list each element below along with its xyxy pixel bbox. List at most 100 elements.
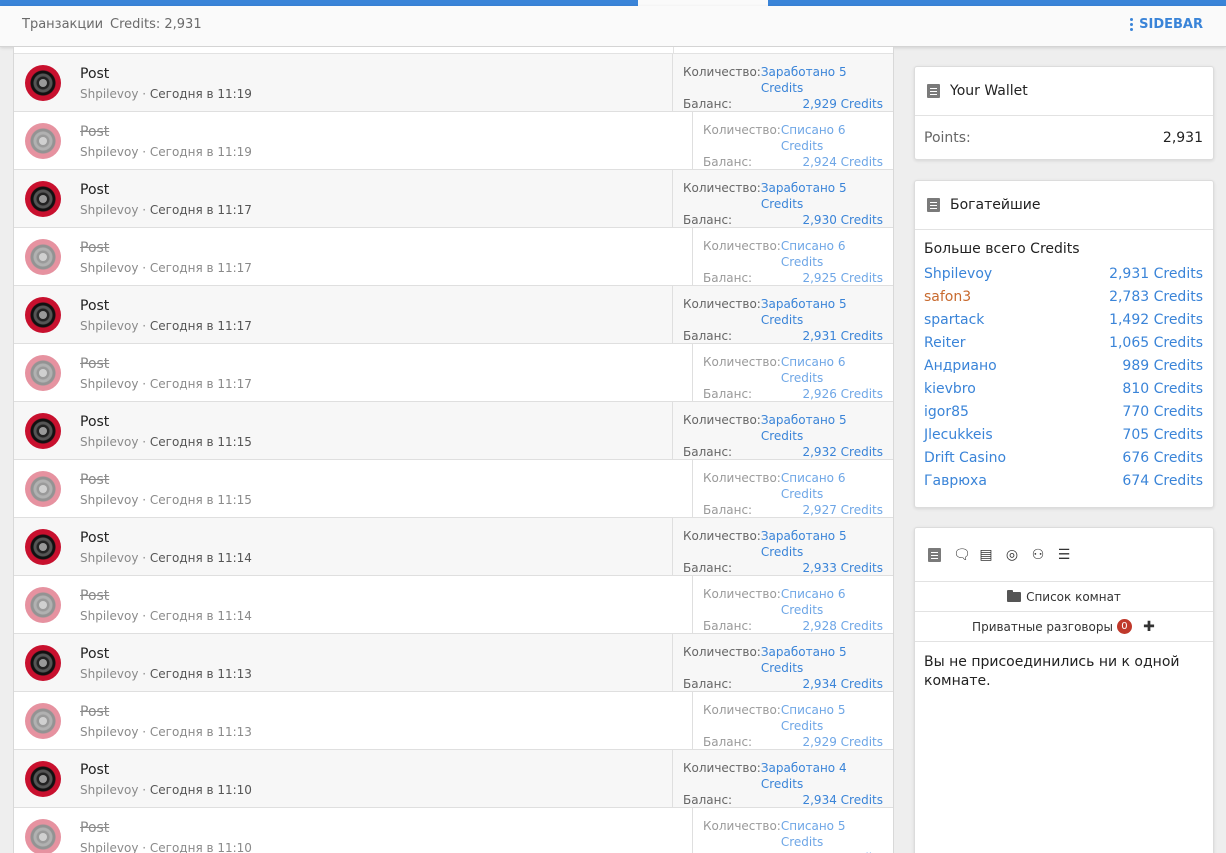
avatar[interactable]: [25, 529, 61, 565]
add-user-icon[interactable]: ✚: [1142, 620, 1156, 634]
transaction-title[interactable]: Post: [80, 240, 109, 256]
richest-user-link[interactable]: spartack: [924, 309, 984, 332]
balance-value[interactable]: 2,926 Credits: [802, 386, 883, 402]
transaction-user[interactable]: Shpilevoy: [80, 667, 138, 681]
balance-value[interactable]: 2,928 Credits: [802, 618, 883, 634]
balance-value[interactable]: 2,934 Credits: [802, 676, 883, 692]
transaction-title[interactable]: Post: [80, 704, 109, 720]
transaction-title[interactable]: Post: [80, 762, 109, 778]
transaction-title[interactable]: Post: [80, 298, 109, 314]
amount-value[interactable]: Заработано 5 Credits: [761, 528, 883, 560]
document-icon[interactable]: [927, 547, 941, 562]
amount-value[interactable]: Списано 6 Credits: [781, 470, 883, 502]
amount-value[interactable]: Заработано 5 Credits: [761, 644, 883, 676]
richest-user-link[interactable]: Shpilevoy: [924, 263, 992, 286]
transaction-title[interactable]: Post: [80, 182, 109, 198]
transaction-user[interactable]: Shpilevoy: [80, 783, 138, 797]
avatar[interactable]: [25, 297, 61, 333]
amount-value[interactable]: Заработано 5 Credits: [761, 180, 883, 212]
transaction-user[interactable]: Shpilevoy: [80, 145, 138, 159]
amount-value[interactable]: Списано 5 Credits: [781, 818, 883, 850]
balance-line: Баланс: 2,929 Credits: [683, 96, 883, 112]
transaction-title[interactable]: Post: [80, 414, 109, 430]
transaction-time: Сегодня в 11:17: [149, 319, 252, 333]
amount-value[interactable]: Списано 6 Credits: [781, 122, 883, 154]
transaction-user[interactable]: Shpilevoy: [80, 725, 138, 739]
book-icon[interactable]: ▤: [979, 548, 993, 562]
amount-value[interactable]: Списано 5 Credits: [781, 702, 883, 734]
avatar[interactable]: [25, 761, 61, 797]
richest-user-link[interactable]: igor85: [924, 401, 969, 424]
amount-value[interactable]: Заработано 5 Credits: [761, 64, 883, 96]
transaction-user[interactable]: Shpilevoy: [80, 203, 138, 217]
transaction-title[interactable]: Post: [80, 588, 109, 604]
amount-label: Количество:: [703, 239, 781, 253]
transaction-title[interactable]: Post: [80, 356, 109, 372]
avatar[interactable]: [25, 471, 61, 507]
amount-value[interactable]: Списано 6 Credits: [781, 354, 883, 386]
amount-label: Количество:: [683, 181, 761, 195]
sidebar-toggle-button[interactable]: SIDEBAR: [1130, 17, 1203, 32]
avatar[interactable]: [25, 65, 61, 101]
avatar[interactable]: [25, 239, 61, 275]
document-icon: [927, 84, 940, 98]
breadcrumb-transactions[interactable]: Транзакции: [22, 17, 103, 32]
amount-value[interactable]: Списано 6 Credits: [781, 238, 883, 270]
menu-icon[interactable]: ☰: [1057, 548, 1071, 562]
balance-value[interactable]: 2,925 Credits: [802, 270, 883, 286]
users-icon[interactable]: ⚇: [1031, 548, 1045, 562]
transaction-user[interactable]: Shpilevoy: [80, 377, 138, 391]
richest-user-link[interactable]: Drift Casino: [924, 447, 1006, 470]
avatar[interactable]: [25, 645, 61, 681]
richest-user-link[interactable]: Reiter: [924, 332, 965, 355]
credits-balance[interactable]: Credits: 2,931: [110, 17, 202, 32]
richest-user-link[interactable]: safon3: [924, 286, 971, 309]
balance-value[interactable]: 2,929 Credits: [802, 96, 883, 112]
balance-value[interactable]: 2,933 Credits: [802, 560, 883, 576]
balance-value[interactable]: 2,931 Credits: [802, 328, 883, 344]
transaction-title[interactable]: Post: [80, 472, 109, 488]
balance-value[interactable]: 2,924 Credits: [802, 154, 883, 170]
transaction-user[interactable]: Shpilevoy: [80, 87, 138, 101]
balance-value[interactable]: 2,932 Credits: [802, 444, 883, 460]
transaction-title[interactable]: Post: [80, 820, 109, 836]
amount-value[interactable]: Заработано 4 Credits: [761, 760, 883, 792]
balance-value[interactable]: 2,934 Credits: [802, 792, 883, 808]
private-conversations[interactable]: Приватные разговоры 0 ✚: [915, 612, 1213, 642]
balance-value[interactable]: 2,927 Credits: [802, 502, 883, 518]
balance-label: Баланс:: [703, 735, 753, 749]
transaction-details: Количество: Заработано 5 Credits Баланс: 2,…: [672, 170, 893, 227]
richest-user-link[interactable]: Андриано: [924, 355, 997, 378]
lifebuoy-icon[interactable]: ◎: [1005, 548, 1019, 562]
transaction-time: Сегодня в 11:17: [149, 261, 252, 275]
amount-value[interactable]: Заработано 5 Credits: [761, 296, 883, 328]
avatar[interactable]: [25, 355, 61, 391]
room-list-button[interactable]: Список комнат: [915, 582, 1213, 612]
transaction-user[interactable]: Shpilevoy: [80, 435, 138, 449]
avatar[interactable]: [25, 819, 61, 853]
avatar[interactable]: [25, 587, 61, 623]
amount-value[interactable]: Списано 6 Credits: [781, 586, 883, 618]
balance-value[interactable]: 2,930 Credits: [802, 212, 883, 228]
transaction-user[interactable]: Shpilevoy: [80, 493, 138, 507]
amount-value[interactable]: Заработано 5 Credits: [761, 412, 883, 444]
richest-user-link[interactable]: kievbro: [924, 378, 976, 401]
transaction-user[interactable]: Shpilevoy: [80, 551, 138, 565]
transaction-user[interactable]: Shpilevoy: [80, 609, 138, 623]
balance-value[interactable]: 2,929 Credits: [802, 734, 883, 750]
transaction-title[interactable]: Post: [80, 530, 109, 546]
transaction-title[interactable]: Post: [80, 124, 109, 140]
balance-label: Баланс:: [683, 97, 733, 111]
avatar[interactable]: [25, 181, 61, 217]
transaction-user[interactable]: Shpilevoy: [80, 841, 138, 853]
transaction-title[interactable]: Post: [80, 646, 109, 662]
richest-user-link[interactable]: Гаврюха: [924, 470, 987, 493]
avatar[interactable]: [25, 703, 61, 739]
avatar[interactable]: [25, 413, 61, 449]
avatar[interactable]: [25, 123, 61, 159]
transaction-user[interactable]: Shpilevoy: [80, 261, 138, 275]
comments-icon[interactable]: 🗨: [953, 548, 971, 562]
transaction-user[interactable]: Shpilevoy: [80, 319, 138, 333]
richest-user-link[interactable]: Jlecukkeis: [924, 424, 993, 447]
transaction-title[interactable]: Post: [80, 66, 109, 82]
